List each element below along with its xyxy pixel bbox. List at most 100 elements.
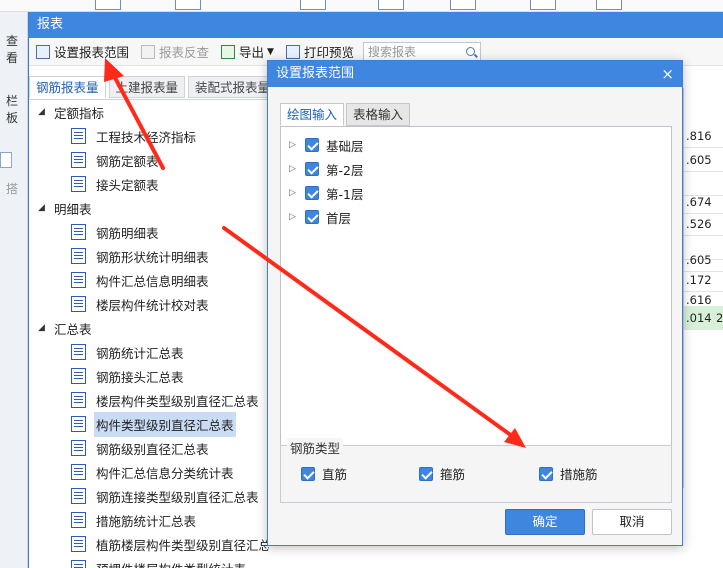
steel-type-measure[interactable]: 措施筋 <box>539 464 598 483</box>
tree-item[interactable]: 钢筋接头汇总表 <box>29 364 269 388</box>
tree-item-selected[interactable]: 构件类型级别直径汇总表 <box>29 411 269 437</box>
railing-label[interactable]: 栏板 <box>6 92 27 126</box>
report-doc-icon <box>71 488 86 504</box>
collapse-icon[interactable]: ◢ <box>38 107 48 117</box>
dialog-title-bar: 设置报表范围 × <box>268 61 682 87</box>
panel-tab[interactable] <box>0 152 12 168</box>
tab-civil-report[interactable]: 土建报表量 <box>108 76 186 98</box>
steel-type-group: 钢筋类型 直筋 箍筋 措施筋 <box>280 438 672 503</box>
floor-checkbox[interactable] <box>305 162 319 176</box>
tree-item[interactable]: 钢筋形状统计明细表 <box>29 244 269 268</box>
set-report-range-label: 设置报表范围 <box>54 45 130 60</box>
report-check-icon <box>141 44 156 59</box>
tab-rebar-report[interactable]: 钢筋报表量 <box>29 76 106 98</box>
report-doc-icon <box>71 512 86 528</box>
ribbon-icon[interactable] <box>300 0 326 10</box>
expand-icon[interactable]: ▷ <box>289 140 297 150</box>
report-check-button[interactable]: 报表反查 <box>138 41 212 63</box>
ribbon-icon[interactable] <box>95 0 121 10</box>
collapse-icon[interactable]: ◢ <box>38 323 48 333</box>
chevron-down-icon: ▼ <box>267 46 274 57</box>
side-label: 搭 <box>6 182 19 196</box>
report-search-input[interactable]: 搜索报表 <box>362 41 481 62</box>
tree-item-label: 构件类型级别直径汇总表 <box>94 411 236 437</box>
report-doc-icon <box>71 272 86 288</box>
tree-item[interactable]: 接头定额表 <box>29 172 269 196</box>
ribbon-icon[interactable] <box>378 0 404 10</box>
report-doc-icon <box>71 176 86 192</box>
steel-type-stirrup[interactable]: 箍筋 <box>419 464 465 483</box>
report-doc-icon <box>71 248 86 264</box>
tree-group-label: 定额指标 <box>54 105 105 121</box>
expand-icon[interactable]: ▷ <box>289 164 297 174</box>
report-grid-partial: .816 .605 .674 .526 .605 .172 .616 .014 … <box>683 88 723 488</box>
floor-item[interactable]: ▷ 第-2层 <box>289 159 363 179</box>
tree-group-label: 汇总表 <box>54 321 92 337</box>
report-doc-icon <box>71 560 86 568</box>
tree-item-label: 楼层构件统计校对表 <box>96 297 209 313</box>
dialog-title: 设置报表范围 <box>276 66 355 81</box>
tree-item[interactable]: 预埋件楼层构件类型统计表 <box>29 556 269 568</box>
ribbon-icon[interactable] <box>175 0 201 10</box>
tree-group-quota[interactable]: ◢ 定额指标 <box>29 100 269 124</box>
steel-type-label: 箍筋 <box>440 467 466 482</box>
tree-item[interactable]: 构件汇总信息分类统计表 <box>29 460 269 484</box>
ribbon-icon[interactable] <box>530 0 556 10</box>
view-label[interactable]: 查看 <box>6 32 27 66</box>
app-left-panel: 查看 栏板 搭 <box>0 12 28 568</box>
ribbon-icon[interactable] <box>596 0 622 10</box>
floor-checkbox[interactable] <box>305 186 319 200</box>
tree-item[interactable]: 楼层构件类型级别直径汇总表 <box>29 388 269 412</box>
steel-checkbox[interactable] <box>419 466 433 481</box>
steel-checkbox[interactable] <box>301 466 315 481</box>
ribbon-icon[interactable] <box>450 0 476 10</box>
tab-drawing-input[interactable]: 绘图输入 <box>280 103 345 126</box>
report-doc-icon <box>71 536 86 552</box>
expand-icon[interactable]: ▷ <box>289 212 297 222</box>
search-icon[interactable] <box>465 46 475 56</box>
collapse-icon[interactable]: ◢ <box>38 203 48 213</box>
steel-checkbox[interactable] <box>539 466 553 481</box>
report-tree: ◢ 定额指标 工程技术经济指标 钢筋定额表 接头定额表 ◢ 明细表 钢筋明细表 … <box>29 99 269 568</box>
tree-item[interactable]: 钢筋统计汇总表 <box>29 340 269 364</box>
printer-icon <box>285 44 300 59</box>
tree-group-label: 明细表 <box>54 201 92 217</box>
tab-prefab-report[interactable]: 装配式报表量 <box>188 76 278 98</box>
report-doc-icon <box>71 416 86 432</box>
steel-type-label: 直筋 <box>322 467 348 482</box>
tree-group-detail[interactable]: ◢ 明细表 <box>29 196 269 220</box>
tree-item-label: 钢筋明细表 <box>96 225 159 241</box>
tree-item[interactable]: 钢筋级别直径汇总表 <box>29 436 269 460</box>
floor-item[interactable]: ▷ 首层 <box>289 207 351 227</box>
grid-cell: .816 <box>684 124 723 148</box>
expand-icon[interactable]: ▷ <box>289 188 297 198</box>
tree-item[interactable]: 措施筋统计汇总表 <box>29 508 269 532</box>
floor-item[interactable]: ▷ 基础层 <box>289 135 364 155</box>
tab-table-input[interactable]: 表格输入 <box>346 103 411 126</box>
tree-item-label: 预埋件楼层构件类型统计表 <box>94 556 248 568</box>
cancel-button[interactable]: 取消 <box>592 509 672 535</box>
report-doc-icon <box>71 392 86 408</box>
tree-item-label: 植筋楼层构件类型级别直径汇总表 <box>96 537 269 553</box>
set-report-range-button[interactable]: 设置报表范围 <box>33 41 132 63</box>
floor-checkbox[interactable] <box>305 138 319 152</box>
tree-item[interactable]: 钢筋连接类型级别直径汇总表 <box>29 484 269 508</box>
tree-item[interactable]: 构件汇总信息明细表 <box>29 268 269 292</box>
tree-item-label: 钢筋接头汇总表 <box>96 369 184 385</box>
report-doc-icon <box>71 344 86 360</box>
report-doc-icon <box>71 224 86 240</box>
floor-item[interactable]: ▷ 第-1层 <box>289 183 363 203</box>
tree-item[interactable]: 钢筋定额表 <box>29 148 269 172</box>
floor-checkbox[interactable] <box>305 210 319 224</box>
tree-item[interactable]: 钢筋明细表 <box>29 220 269 244</box>
tree-item[interactable]: 楼层构件统计校对表 <box>29 292 269 316</box>
ok-button[interactable]: 确定 <box>505 509 585 535</box>
steel-type-straight[interactable]: 直筋 <box>301 464 347 483</box>
tree-item[interactable]: 工程技术经济指标 <box>29 124 269 148</box>
close-icon[interactable]: × <box>661 61 674 87</box>
tree-group-summary[interactable]: ◢ 汇总表 <box>29 316 269 340</box>
tree-item[interactable]: 植筋楼层构件类型级别直径汇总表 <box>29 532 269 556</box>
floor-label: 第-2层 <box>326 162 364 178</box>
report-check-label: 报表反查 <box>159 45 210 60</box>
report-doc-icon <box>71 464 86 480</box>
